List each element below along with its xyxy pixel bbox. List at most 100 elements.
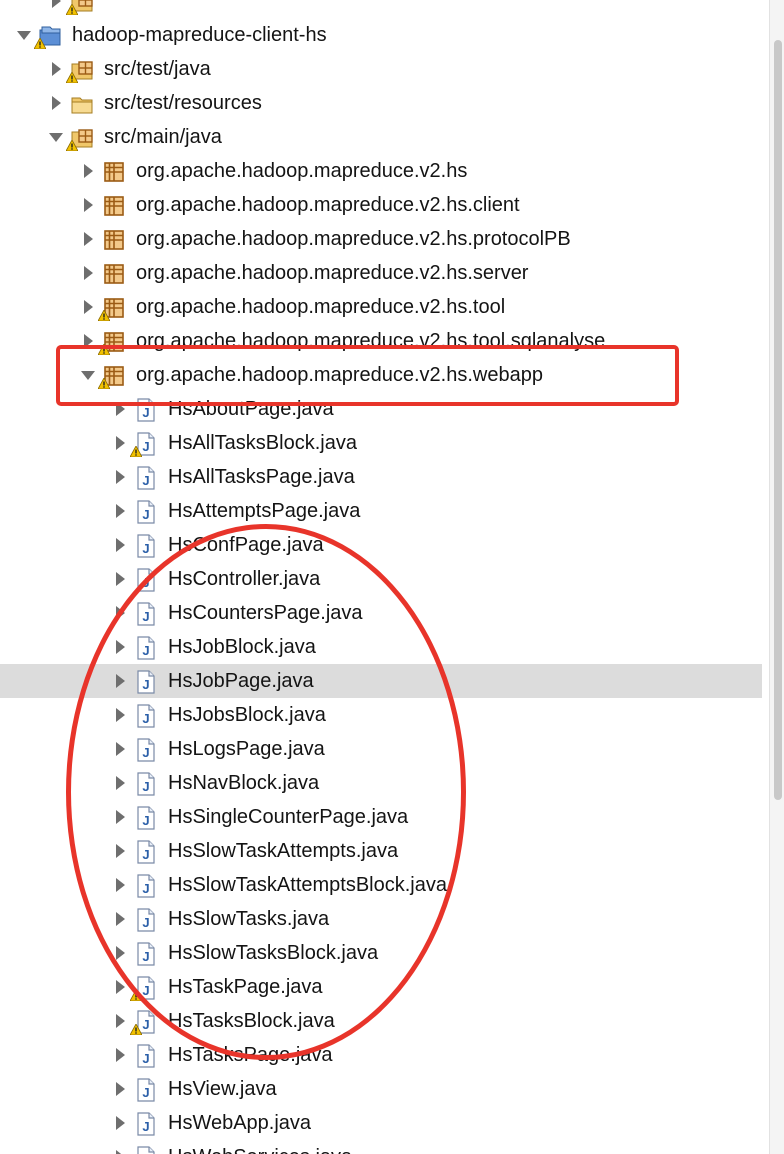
collapsed-arrow-icon[interactable] — [80, 265, 96, 281]
svg-text:J: J — [142, 439, 149, 454]
collapsed-arrow-icon[interactable] — [112, 1149, 128, 1154]
tree-item[interactable]: J HsAttemptsPage.java — [0, 494, 762, 528]
collapsed-arrow-icon[interactable] — [112, 741, 128, 757]
collapsed-arrow-icon[interactable] — [112, 605, 128, 621]
collapsed-arrow-icon[interactable] — [112, 639, 128, 655]
expanded-arrow-icon[interactable] — [80, 367, 96, 383]
tree-item-label: org.apache.hadoop.mapreduce.v2.hs.webapp — [136, 364, 543, 386]
tree-item[interactable]: J HsCountersPage.java — [0, 596, 762, 630]
tree-item-label: HsSlowTaskAttemptsBlock.java — [168, 874, 447, 896]
collapsed-arrow-icon[interactable] — [112, 503, 128, 519]
collapsed-arrow-icon[interactable] — [112, 673, 128, 689]
tree-item[interactable]: src/test/java — [0, 52, 762, 86]
collapsed-arrow-icon[interactable] — [80, 197, 96, 213]
tree-item-label: HsCountersPage.java — [168, 602, 363, 624]
tree-item[interactable]: org.apache.hadoop.mapreduce.v2.hs.tool.s… — [0, 324, 762, 358]
tree-item[interactable]: J HsNavBlock.java — [0, 766, 762, 800]
tree-item[interactable]: J HsSlowTasks.java — [0, 902, 762, 936]
tree-item[interactable]: J HsAllTasksBlock.java — [0, 426, 762, 460]
tree-item[interactable]: J HsView.java — [0, 1072, 762, 1106]
collapsed-arrow-icon[interactable] — [80, 333, 96, 349]
svg-text:J: J — [142, 813, 149, 828]
java-file-icon: J — [130, 976, 158, 1001]
tree-item[interactable]: J HsSlowTaskAttempts.java — [0, 834, 762, 868]
java-file-icon: J — [134, 1112, 158, 1136]
tree-item[interactable]: J HsController.java — [0, 562, 762, 596]
tree-item[interactable]: src/test/resources — [0, 86, 762, 120]
tree-item[interactable]: org.apache.hadoop.mapreduce.v2.hs.server — [0, 256, 762, 290]
collapsed-arrow-icon[interactable] — [112, 945, 128, 961]
collapsed-arrow-icon[interactable] — [112, 911, 128, 927]
tree-item-label: org.apache.hadoop.mapreduce.v2.hs.tool.s… — [136, 330, 606, 352]
tree-item-label: HsSlowTasks.java — [168, 908, 330, 930]
tree-item[interactable]: J HsWebApp.java — [0, 1106, 762, 1140]
expanded-arrow-icon[interactable] — [48, 129, 64, 145]
tree-item[interactable]: J HsConfPage.java — [0, 528, 762, 562]
tree-item[interactable]: J HsSingleCounterPage.java — [0, 800, 762, 834]
package-icon — [102, 228, 126, 252]
tree-item-label: HsTaskPage.java — [168, 976, 323, 998]
collapsed-arrow-icon[interactable] — [112, 401, 128, 417]
tree-item-label: HsTasksBlock.java — [168, 1010, 335, 1032]
java-file-icon: J — [134, 840, 158, 864]
tree-item[interactable]: J HsLogsPage.java — [0, 732, 762, 766]
vertical-scrollbar[interactable] — [769, 0, 784, 1154]
tree-item[interactable] — [0, 0, 762, 18]
tree-item[interactable]: org.apache.hadoop.mapreduce.v2.hs.webapp — [0, 358, 762, 392]
collapsed-arrow-icon[interactable] — [112, 775, 128, 791]
scrollbar-thumb[interactable] — [774, 40, 782, 800]
java-file-icon: J — [134, 772, 158, 796]
tree-item-label: HsJobBlock.java — [168, 636, 316, 658]
tree-item[interactable]: org.apache.hadoop.mapreduce.v2.hs.protoc… — [0, 222, 762, 256]
collapsed-arrow-icon[interactable] — [112, 469, 128, 485]
tree-item[interactable]: J HsSlowTasksBlock.java — [0, 936, 762, 970]
collapsed-arrow-icon[interactable] — [48, 95, 64, 111]
tree-item[interactable]: J HsTasksBlock.java — [0, 1004, 762, 1038]
package-icon — [102, 194, 126, 218]
java-file-icon: J — [134, 466, 158, 490]
collapsed-arrow-icon[interactable] — [80, 163, 96, 179]
tree-item[interactable]: org.apache.hadoop.mapreduce.v2.hs.client — [0, 188, 762, 222]
svg-text:J: J — [142, 473, 149, 488]
tree-item[interactable]: J HsTaskPage.java — [0, 970, 762, 1004]
tree-item-label: HsView.java — [168, 1078, 277, 1100]
collapsed-arrow-icon[interactable] — [48, 61, 64, 77]
collapsed-arrow-icon[interactable] — [80, 299, 96, 315]
tree-item-label: HsWebServices.java — [168, 1144, 352, 1154]
collapsed-arrow-icon[interactable] — [112, 843, 128, 859]
tree-item-label: org.apache.hadoop.mapreduce.v2.hs.protoc… — [136, 228, 571, 250]
collapsed-arrow-icon[interactable] — [112, 809, 128, 825]
tree-item[interactable]: J HsAboutPage.java — [0, 392, 762, 426]
collapsed-arrow-icon[interactable] — [112, 1115, 128, 1131]
tree-item[interactable]: org.apache.hadoop.mapreduce.v2.hs — [0, 154, 762, 188]
tree-item[interactable]: J HsJobBlock.java — [0, 630, 762, 664]
java-file-icon: J — [134, 942, 158, 966]
java-file-icon: J — [134, 1146, 158, 1154]
collapsed-arrow-icon[interactable] — [112, 435, 128, 451]
tree-item[interactable]: J HsSlowTaskAttemptsBlock.java — [0, 868, 762, 902]
svg-text:J: J — [142, 949, 149, 964]
collapsed-arrow-icon[interactable] — [112, 877, 128, 893]
collapsed-arrow-icon[interactable] — [112, 537, 128, 553]
tree-item[interactable]: J HsJobPage.java — [0, 664, 762, 698]
svg-text:J: J — [142, 677, 149, 692]
tree-item[interactable]: org.apache.hadoop.mapreduce.v2.hs.tool — [0, 290, 762, 324]
collapsed-arrow-icon[interactable] — [80, 231, 96, 247]
tree-item[interactable]: J HsAllTasksPage.java — [0, 460, 762, 494]
collapsed-arrow-icon[interactable] — [112, 1013, 128, 1029]
collapsed-arrow-icon[interactable] — [48, 0, 64, 9]
collapsed-arrow-icon[interactable] — [112, 979, 128, 995]
tree-item[interactable]: src/main/java — [0, 120, 762, 154]
java-file-icon: J — [134, 1078, 158, 1102]
tree-item[interactable]: J HsJobsBlock.java — [0, 698, 762, 732]
tree-item[interactable]: J HsWebServices.java — [0, 1140, 762, 1154]
tree-item-label: HsNavBlock.java — [168, 772, 320, 794]
expanded-arrow-icon[interactable] — [16, 27, 32, 43]
collapsed-arrow-icon[interactable] — [112, 571, 128, 587]
collapsed-arrow-icon[interactable] — [112, 707, 128, 723]
collapsed-arrow-icon[interactable] — [112, 1081, 128, 1097]
tree-item[interactable]: hadoop-mapreduce-client-hs — [0, 18, 762, 52]
collapsed-arrow-icon[interactable] — [112, 1047, 128, 1063]
svg-text:J: J — [142, 1085, 149, 1100]
tree-item[interactable]: J HsTasksPage.java — [0, 1038, 762, 1072]
